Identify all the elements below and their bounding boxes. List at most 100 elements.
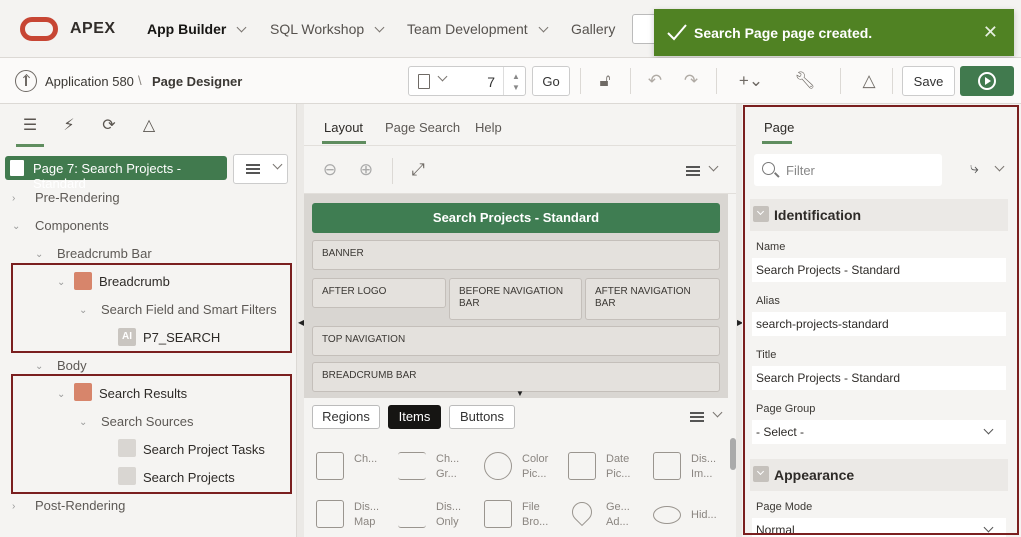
go-to-group-icon[interactable]: ⤷ xyxy=(970,160,979,178)
expand-icon[interactable]: › xyxy=(12,193,15,204)
nav-team-development[interactable]: Team Development xyxy=(407,21,549,37)
chevron-down-icon[interactable]: ▼ xyxy=(512,83,520,92)
position-after-logo[interactable]: AFTER LOGO xyxy=(312,278,446,308)
gallery-tab-items[interactable]: Items xyxy=(388,405,441,429)
page-node-label: Page 7: Search Projects - Standard xyxy=(33,161,182,191)
zoom-out-icon[interactable]: ⊖ xyxy=(319,159,341,181)
display-only-icon xyxy=(398,500,426,528)
nav-sql-workshop[interactable]: SQL Workshop xyxy=(270,21,385,37)
position-banner[interactable]: BANNER xyxy=(312,240,720,270)
gallery-item-file-browse[interactable]: File Bro... xyxy=(478,494,558,537)
position-after-nav[interactable]: AFTER NAVIGATION BAR xyxy=(585,278,720,320)
section-appearance[interactable]: Appearance xyxy=(750,459,1008,491)
page-title-region[interactable]: Search Projects - Standard xyxy=(312,203,720,233)
gallery-tab-regions[interactable]: Regions xyxy=(312,405,380,429)
collapse-icon[interactable]: ⌄ xyxy=(35,249,43,260)
tree-body[interactable]: Body xyxy=(57,358,87,373)
dynamic-actions-tab-icon[interactable]: ⚡︎ xyxy=(59,116,79,136)
shared-components-icon[interactable]: △ xyxy=(858,70,880,92)
gallery-item-display-map[interactable]: Dis... Map xyxy=(310,494,390,537)
gallery-item-date-picker[interactable]: Date Pic... xyxy=(562,446,642,494)
gallery-item-display-image[interactable]: Dis... Im... xyxy=(647,446,727,494)
tree-pre-rendering[interactable]: Pre-Rendering xyxy=(35,190,120,205)
nav-gallery[interactable]: Gallery xyxy=(571,21,615,37)
left-splitter[interactable]: ◀ xyxy=(297,104,304,537)
chevron-down-icon[interactable] xyxy=(437,71,448,82)
zoom-in-icon[interactable]: ⊕ xyxy=(355,159,377,181)
calendar-icon xyxy=(568,452,596,480)
page-node[interactable]: Page 7: Search Projects - Standard xyxy=(5,156,227,191)
name-field[interactable]: Search Projects - Standard xyxy=(752,258,1006,282)
position-top-nav[interactable]: TOP NAVIGATION xyxy=(312,326,720,356)
gallery-tab-buttons[interactable]: Buttons xyxy=(449,405,515,429)
save-button[interactable]: Save xyxy=(902,66,955,96)
chevron-down-icon[interactable] xyxy=(712,407,723,418)
page-number-field[interactable]: 7 ▲ ▼ xyxy=(408,66,526,96)
page-group-label: Page Group xyxy=(756,403,816,415)
redo-icon[interactable]: ↷ xyxy=(680,70,702,92)
collapse-icon[interactable]: ⌄ xyxy=(12,221,20,232)
lock-icon[interactable]: 🔓︎ xyxy=(594,70,616,92)
go-button[interactable]: Go xyxy=(532,66,570,96)
run-page-button[interactable] xyxy=(960,66,1014,96)
gallery-item-display-only[interactable]: Dis... Only xyxy=(392,494,472,537)
page-number-value[interactable]: 7 xyxy=(487,74,495,90)
page-group-select[interactable]: - Select - xyxy=(752,420,1006,444)
tree-menu-button[interactable] xyxy=(233,154,288,184)
page-stepper[interactable]: ▲ ▼ xyxy=(503,67,525,95)
page-mode-label: Page Mode xyxy=(756,501,813,513)
tab-page-search[interactable]: Page Search xyxy=(385,120,460,135)
rendering-tab-icon[interactable]: ☰ xyxy=(16,116,44,147)
divider xyxy=(392,158,393,184)
position-before-nav[interactable]: BEFORE NAVIGATION BAR xyxy=(449,278,582,320)
utilities-wrench-icon[interactable]: 🔧︎ xyxy=(788,70,822,92)
create-menu-icon[interactable]: +⌄ xyxy=(734,70,768,92)
collapse-section-icon[interactable] xyxy=(753,466,769,482)
chevron-down-icon[interactable] xyxy=(708,161,719,172)
arrow-up-icon[interactable] xyxy=(15,70,37,92)
hamburger-icon[interactable] xyxy=(690,412,704,414)
gallery-tabs: Regions Items Buttons xyxy=(304,398,736,434)
gallery-item-color-picker[interactable]: Color Pic... xyxy=(478,446,558,494)
resize-handle-icon[interactable]: ▼ xyxy=(516,389,524,398)
layout-toolbar: ⊖ ⊕ ⤢ xyxy=(304,146,736,194)
gallery-item-checkbox-group[interactable]: Ch... Gr... xyxy=(392,446,472,494)
expand-icon[interactable]: ⤢ xyxy=(407,159,429,181)
name-label: Name xyxy=(756,241,786,253)
close-icon[interactable]: ✕ xyxy=(983,22,998,43)
gallery-item-geocoded-address[interactable]: Ge... Ad... xyxy=(562,494,642,537)
undo-icon[interactable]: ↶ xyxy=(644,70,666,92)
breadcrumb-application[interactable]: Application 580 xyxy=(45,74,134,89)
oracle-logo-icon[interactable] xyxy=(20,17,58,41)
section-identification[interactable]: Identification xyxy=(750,199,1008,231)
filter-placeholder: Filter xyxy=(786,163,815,178)
search-icon xyxy=(762,162,775,175)
expand-icon[interactable]: › xyxy=(12,501,15,512)
position-breadcrumb-bar[interactable]: BREADCRUMB BAR xyxy=(312,362,720,392)
gallery-item-checkbox[interactable]: Ch... xyxy=(310,446,390,494)
chevron-down-icon xyxy=(374,22,385,32)
tab-page[interactable]: Page xyxy=(761,120,794,144)
shared-components-tab-icon[interactable]: △ xyxy=(139,116,159,136)
collapse-icon[interactable]: ⌄ xyxy=(35,361,43,372)
alias-field[interactable]: search-projects-standard xyxy=(752,312,1006,336)
hamburger-icon[interactable] xyxy=(686,166,700,168)
gallery-item-hidden[interactable]: Hid... xyxy=(647,494,727,537)
title-field[interactable]: Search Projects - Standard xyxy=(752,366,1006,390)
checkbox-group-icon xyxy=(398,452,426,480)
tree-components[interactable]: Components xyxy=(35,218,109,233)
chevron-down-icon xyxy=(538,22,549,32)
collapse-section-icon[interactable] xyxy=(753,206,769,222)
divider xyxy=(580,68,581,94)
chevron-up-icon[interactable]: ▲ xyxy=(512,72,520,81)
chevron-down-icon[interactable] xyxy=(994,161,1005,172)
processing-tab-icon[interactable]: ⟳ xyxy=(99,116,119,136)
page-mode-select[interactable]: Normal xyxy=(752,518,1006,537)
filter-input[interactable]: Filter xyxy=(754,154,942,186)
tree-breadcrumb-bar[interactable]: Breadcrumb Bar xyxy=(57,246,152,261)
nav-app-builder[interactable]: App Builder xyxy=(147,21,247,37)
tree-post-rendering[interactable]: Post-Rendering xyxy=(35,498,125,513)
tab-help[interactable]: Help xyxy=(475,120,502,135)
tab-layout[interactable]: Layout xyxy=(321,120,367,144)
apex-brand[interactable]: APEX xyxy=(70,20,116,38)
